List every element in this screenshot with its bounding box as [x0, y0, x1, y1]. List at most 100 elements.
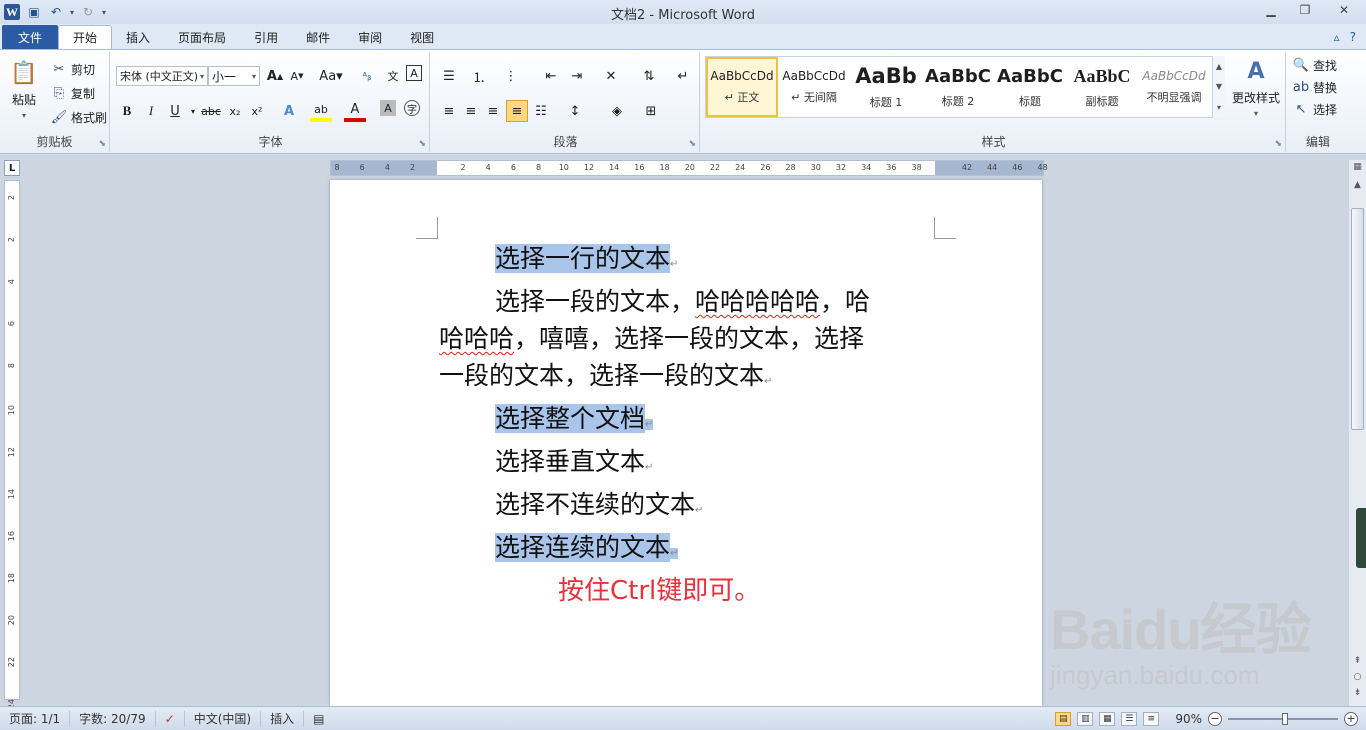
style-heading-2[interactable]: AaBbC 标题 2: [922, 57, 994, 117]
subscript-icon[interactable]: x₂: [224, 100, 246, 122]
insert-mode[interactable]: 插入: [261, 710, 305, 727]
replace-button[interactable]: ab 替换: [1292, 78, 1337, 96]
numbering-icon[interactable]: ⒈: [468, 65, 490, 87]
scrollbar-thumb[interactable]: [1351, 208, 1364, 430]
horizontal-ruler[interactable]: 8 6 4 2 2 4 6 8 10 12 14 16 18 20 22 24 26 28 30 32 34 36 38 42…: [330, 160, 1048, 176]
dialog-launcher-icon[interactable]: ⬊: [1274, 139, 1282, 149]
vertical-scrollbar[interactable]: ▦ ▲ ⇞ ○ ⇟: [1348, 160, 1366, 706]
web-layout-icon[interactable]: ▦: [1099, 711, 1116, 726]
dialog-launcher-icon[interactable]: ⬊: [98, 139, 106, 149]
view-ruler-icon[interactable]: ▦: [1349, 162, 1366, 172]
clear-format-icon[interactable]: ᴬᵦ: [356, 65, 378, 87]
tab-page-layout[interactable]: 页面布局: [164, 25, 240, 49]
multilevel-list-icon[interactable]: ⋮: [500, 65, 522, 87]
font-name-combo[interactable]: 宋体 (中文正文) ▾: [116, 66, 208, 86]
restore-icon[interactable]: ❐: [1288, 0, 1322, 20]
zoom-slider-knob[interactable]: [1282, 712, 1288, 725]
macro-record-icon[interactable]: ▤: [304, 711, 333, 727]
dialog-launcher-icon[interactable]: ⬊: [688, 139, 696, 149]
redo-icon[interactable]: ↻: [80, 4, 96, 20]
language-indicator[interactable]: 中文(中国): [185, 710, 262, 727]
font-color-icon[interactable]: A: [344, 100, 366, 122]
enclose-character-icon[interactable]: 字: [404, 100, 420, 116]
next-page-icon[interactable]: ⇟: [1349, 688, 1366, 698]
tab-selector[interactable]: L: [4, 160, 20, 176]
zoom-slider[interactable]: [1228, 712, 1338, 725]
style-no-spacing[interactable]: AaBbCcDd ↵ 无间隔: [778, 57, 850, 117]
vertical-ruler[interactable]: 2 2 4 6 8 10 12 14 16 18 20 22 24: [4, 180, 20, 709]
align-left-icon[interactable]: ≡: [438, 100, 460, 122]
format-painter-button[interactable]: 🖌 格式刷: [50, 108, 107, 126]
more-styles-icon[interactable]: ▾: [1217, 103, 1221, 112]
style-heading-1[interactable]: AaBb 标题 1: [850, 57, 922, 117]
find-button[interactable]: 🔍 查找: [1292, 56, 1337, 74]
print-layout-view-icon[interactable]: ▤: [1055, 711, 1072, 726]
style-gallery-scroll[interactable]: ▲ ▼ ▾: [1212, 56, 1225, 118]
text-effects-icon[interactable]: A: [278, 100, 300, 122]
dialog-launcher-icon[interactable]: ⬊: [418, 139, 426, 149]
style-normal[interactable]: AaBbCcDd ↵ 正文: [706, 57, 778, 117]
strikethrough-icon[interactable]: abc: [200, 100, 222, 122]
show-marks-icon[interactable]: ↵: [672, 65, 694, 87]
shading-icon[interactable]: ◈: [606, 100, 628, 122]
side-panel-tab[interactable]: [1356, 508, 1366, 568]
bold-icon[interactable]: B: [116, 100, 138, 122]
full-screen-reading-icon[interactable]: ▥: [1077, 711, 1094, 726]
help-icon[interactable]: ?: [1350, 30, 1356, 44]
line-spacing-icon[interactable]: ↕: [564, 100, 586, 122]
font-size-combo[interactable]: 小一 ▾: [208, 66, 260, 86]
borders-icon[interactable]: ⊞: [640, 100, 662, 122]
italic-icon[interactable]: I: [140, 100, 162, 122]
tab-references[interactable]: 引用: [240, 25, 292, 49]
asian-layout-icon[interactable]: ✕: [600, 65, 622, 87]
outline-view-icon[interactable]: ☰: [1121, 711, 1138, 726]
close-icon[interactable]: ✕: [1322, 0, 1366, 20]
undo-dropdown-icon[interactable]: ▾: [70, 8, 74, 17]
align-center-icon[interactable]: ≡: [460, 100, 482, 122]
style-subtitle[interactable]: AaBbC 副标题: [1066, 57, 1138, 117]
paste-button[interactable]: 📋 粘贴 ▾: [6, 58, 42, 121]
tab-view[interactable]: 视图: [396, 25, 448, 49]
tab-home[interactable]: 开始: [58, 25, 113, 49]
phonetic-guide-icon[interactable]: 文: [382, 65, 404, 87]
proofing-icon[interactable]: ✓: [156, 710, 185, 727]
document-page[interactable]: 选择一行的文本↵ 选择一段的文本，哈哈哈哈哈，哈 哈哈哈，嘻嘻，选择一段的文本，…: [330, 180, 1042, 706]
sort-icon[interactable]: ⇅: [638, 65, 660, 87]
zoom-level[interactable]: 90%: [1175, 712, 1202, 726]
tab-file[interactable]: 文件: [2, 25, 59, 49]
superscript-icon[interactable]: x²: [246, 100, 268, 122]
grow-font-icon[interactable]: A ▲: [264, 65, 286, 87]
draft-view-icon[interactable]: ≡: [1143, 711, 1160, 726]
copy-button[interactable]: ⎘ 复制: [50, 84, 95, 102]
chevron-up-icon[interactable]: ▲: [1216, 62, 1222, 71]
page-count[interactable]: 页面: 1/1: [0, 710, 71, 727]
align-right-icon[interactable]: ≡: [482, 100, 504, 122]
distributed-icon[interactable]: ☷: [530, 100, 552, 122]
change-styles-button[interactable]: A 更改样式 ▾: [1230, 56, 1282, 119]
undo-icon[interactable]: ↶: [48, 4, 64, 20]
chevron-down-icon[interactable]: ▼: [1216, 82, 1222, 91]
bullets-icon[interactable]: ☰: [438, 65, 460, 87]
tab-insert[interactable]: 插入: [112, 25, 164, 49]
minimize-ribbon-icon[interactable]: ▵: [1334, 30, 1340, 44]
document-body[interactable]: 选择一行的文本↵ 选择一段的文本，哈哈哈哈哈，哈 哈哈哈，嘻嘻，选择一段的文本，…: [439, 240, 936, 572]
decrease-indent-icon[interactable]: ⇤: [540, 65, 562, 87]
zoom-out-icon[interactable]: −: [1208, 711, 1222, 726]
character-shading-icon[interactable]: A: [380, 100, 396, 116]
save-icon[interactable]: ▣: [26, 4, 42, 20]
select-button[interactable]: ↖ 选择: [1292, 100, 1337, 118]
word-count[interactable]: 字数: 20/79: [70, 710, 156, 727]
customize-qat-icon[interactable]: ▾: [102, 8, 106, 17]
cut-button[interactable]: ✂ 剪切: [50, 60, 95, 78]
browse-object-icon[interactable]: ○: [1349, 672, 1366, 682]
word-app-icon[interactable]: W: [4, 4, 20, 20]
shrink-font-icon[interactable]: A ▼: [286, 65, 308, 87]
change-case-icon[interactable]: Aa▾: [316, 65, 346, 87]
zoom-in-icon[interactable]: +: [1344, 711, 1358, 726]
character-border-icon[interactable]: A: [406, 65, 422, 81]
previous-page-icon[interactable]: ⇞: [1349, 656, 1366, 666]
tab-review[interactable]: 审阅: [344, 25, 396, 49]
tab-mailings[interactable]: 邮件: [292, 25, 344, 49]
highlight-icon[interactable]: ab: [310, 100, 332, 122]
justify-icon[interactable]: ≡: [506, 100, 528, 122]
